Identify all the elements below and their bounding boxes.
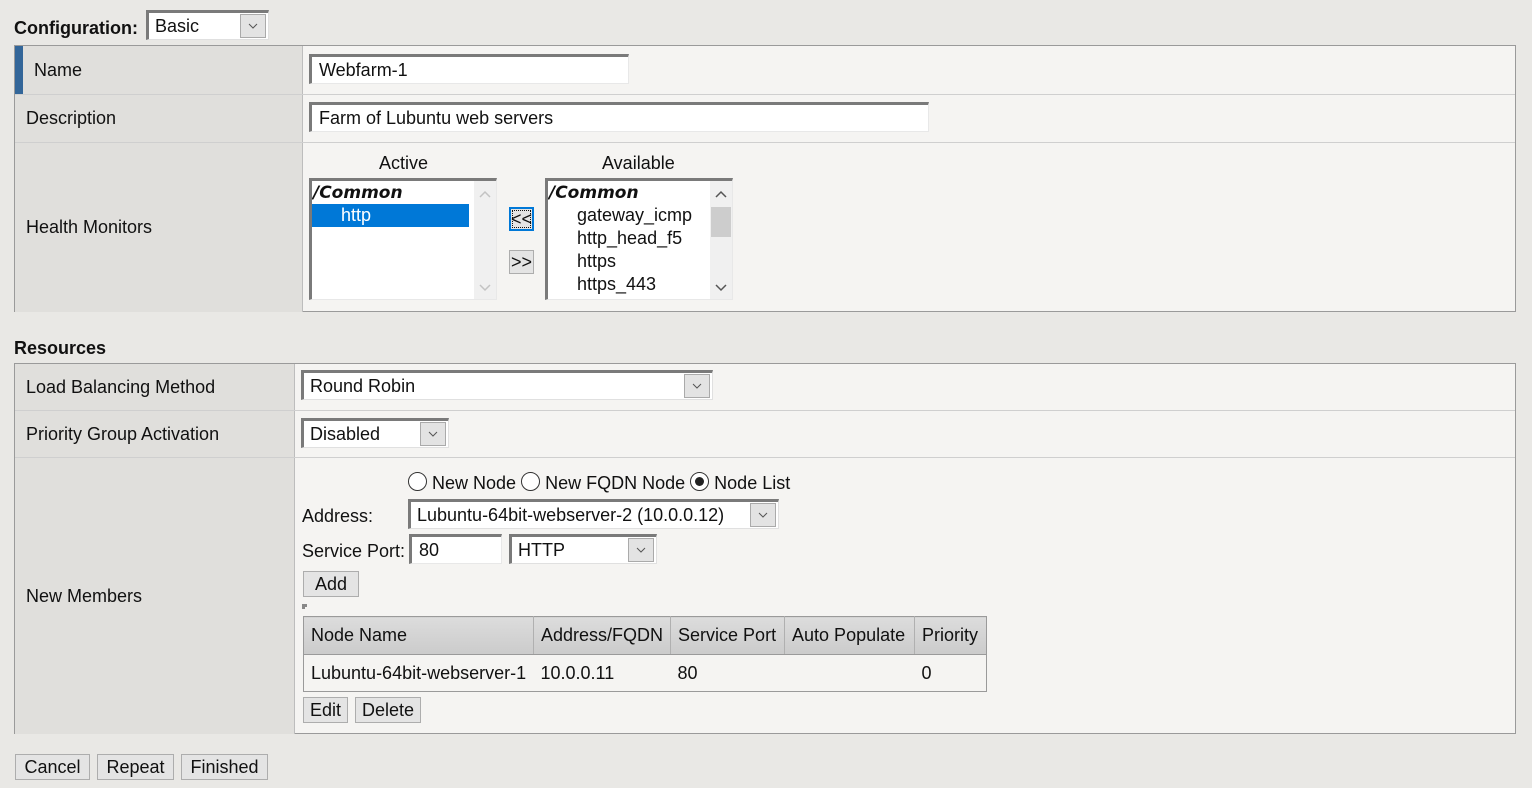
load-balancing-row: Load Balancing Method Round Robin xyxy=(15,364,1515,411)
new-members-label: New Members xyxy=(26,585,143,606)
priority-group-label-cell: Priority Group Activation xyxy=(15,411,295,457)
chevron-down-icon[interactable] xyxy=(750,503,776,527)
available-monitor-option[interactable]: https_443 xyxy=(548,273,732,296)
configuration-label: Configuration: xyxy=(14,18,138,38)
chevron-down-icon[interactable] xyxy=(420,422,446,446)
service-port-input[interactable]: 80 xyxy=(409,534,502,564)
new-node-radio-label[interactable]: New Node xyxy=(432,473,516,493)
available-monitor-option[interactable]: https xyxy=(548,250,732,273)
move-to-available-button[interactable]: >> xyxy=(509,250,534,274)
health-monitors-label-cell: Health Monitors xyxy=(15,143,303,312)
address-select[interactable]: Lubuntu-64bit-webserver-2 (10.0.0.12) xyxy=(408,499,779,529)
add-member-button[interactable]: Add xyxy=(303,571,359,597)
chevron-down-icon[interactable] xyxy=(240,14,266,38)
move-to-active-button[interactable]: << xyxy=(509,207,534,231)
address-label: Address: xyxy=(302,506,374,526)
description-label-cell: Description xyxy=(15,95,303,142)
load-balancing-value: Round Robin xyxy=(310,376,416,396)
delete-member-button[interactable]: Delete xyxy=(355,697,421,723)
available-monitor-option[interactable]: gateway_icmp xyxy=(548,204,732,227)
service-port-label: Service Port: xyxy=(302,541,406,561)
required-accent-bar xyxy=(15,46,23,94)
priority-group-value: Disabled xyxy=(310,424,381,444)
resources-panel: Load Balancing Method Round Robin Priori… xyxy=(14,363,1516,734)
description-row: Description Farm of Lubuntu web servers xyxy=(15,95,1515,143)
new-members-row: New Members New Node New FQDN Node Node … xyxy=(15,458,1515,734)
repeat-button[interactable]: Repeat xyxy=(97,754,174,780)
name-input[interactable]: Webfarm-1 xyxy=(309,54,629,84)
available-monitors-listbox[interactable]: /Common gateway_icmp http_head_f5 https … xyxy=(545,178,733,300)
scroll-down-icon[interactable] xyxy=(710,277,732,299)
member-address: 10.0.0.11 xyxy=(540,662,615,683)
active-monitor-option[interactable]: http xyxy=(312,204,469,227)
edit-member-button[interactable]: Edit xyxy=(303,697,348,723)
active-group-header: /Common xyxy=(313,183,403,203)
available-listbox-scrollbar[interactable] xyxy=(710,181,732,299)
member-priority: 0 xyxy=(921,662,932,683)
name-label: Name xyxy=(34,59,83,80)
members-table: Node Name Address/FQDN Service Port Auto… xyxy=(303,616,987,692)
table-row[interactable]: Lubuntu-64bit-webserver-1 10.0.0.11 80 0 xyxy=(304,655,987,692)
name-row: Name Webfarm-1 xyxy=(15,46,1515,95)
new-members-label-cell: New Members xyxy=(15,458,295,734)
scroll-up-icon[interactable] xyxy=(710,183,732,205)
available-monitors-heading: Available xyxy=(602,153,675,173)
resize-corner-icon xyxy=(302,604,307,609)
column-header-priority[interactable]: Priority xyxy=(914,616,987,655)
node-list-radio[interactable] xyxy=(690,472,710,491)
active-monitors-heading: Active xyxy=(379,153,429,173)
health-monitors-label: Health Monitors xyxy=(26,217,153,237)
configuration-select[interactable]: Basic xyxy=(146,10,269,40)
general-properties-panel: Name Webfarm-1 Description Farm of Lubun… xyxy=(14,45,1516,312)
name-label-cell: Name xyxy=(15,46,303,94)
cancel-button[interactable]: Cancel xyxy=(15,754,90,780)
column-header-service-port[interactable]: Service Port xyxy=(670,616,786,655)
service-value: HTTP xyxy=(518,540,565,560)
new-fqdn-node-radio[interactable] xyxy=(521,472,541,491)
active-listbox-scrollbar[interactable] xyxy=(474,181,496,299)
column-header-node-name[interactable]: Node Name xyxy=(303,616,534,655)
configuration-value: Basic xyxy=(155,16,200,36)
node-list-radio-label[interactable]: Node List xyxy=(714,473,790,493)
members-table-header: Node Name Address/FQDN Service Port Auto… xyxy=(303,616,987,655)
health-monitors-row: Health Monitors Active /Common http << >… xyxy=(15,143,1515,312)
description-input[interactable]: Farm of Lubuntu web servers xyxy=(309,102,929,132)
description-label: Description xyxy=(26,108,117,128)
member-service-port: 80 xyxy=(677,662,698,683)
load-balancing-label: Load Balancing Method xyxy=(26,376,216,397)
chevron-down-icon[interactable] xyxy=(628,538,654,562)
priority-group-row: Priority Group Activation Disabled xyxy=(15,411,1515,458)
chevron-down-icon[interactable] xyxy=(684,374,710,398)
priority-group-label: Priority Group Activation xyxy=(26,423,220,444)
address-value: Lubuntu-64bit-webserver-2 (10.0.0.12) xyxy=(417,505,725,525)
column-header-address[interactable]: Address/FQDN xyxy=(533,616,672,655)
available-group-header: /Common xyxy=(549,183,639,203)
available-monitor-option[interactable]: http_head_f5 xyxy=(548,227,732,250)
load-balancing-label-cell: Load Balancing Method xyxy=(15,364,295,410)
scroll-up-icon[interactable] xyxy=(474,183,496,205)
member-auto-populate xyxy=(785,655,915,692)
column-header-auto-populate[interactable]: Auto Populate xyxy=(784,616,916,655)
load-balancing-select[interactable]: Round Robin xyxy=(301,370,713,400)
resources-heading: Resources xyxy=(14,338,107,358)
active-monitors-listbox[interactable]: /Common http xyxy=(309,178,497,300)
node-type-radio-group: New Node New FQDN Node Node List xyxy=(408,472,790,494)
finished-button[interactable]: Finished xyxy=(181,754,268,780)
priority-group-select[interactable]: Disabled xyxy=(301,418,449,448)
member-node-name: Lubuntu-64bit-webserver-1 xyxy=(311,662,527,683)
scrollbar-thumb[interactable] xyxy=(711,207,731,237)
scroll-down-icon[interactable] xyxy=(474,277,496,299)
service-select[interactable]: HTTP xyxy=(509,534,657,564)
new-node-radio[interactable] xyxy=(408,472,427,491)
new-fqdn-node-radio-label[interactable]: New FQDN Node xyxy=(545,473,685,493)
